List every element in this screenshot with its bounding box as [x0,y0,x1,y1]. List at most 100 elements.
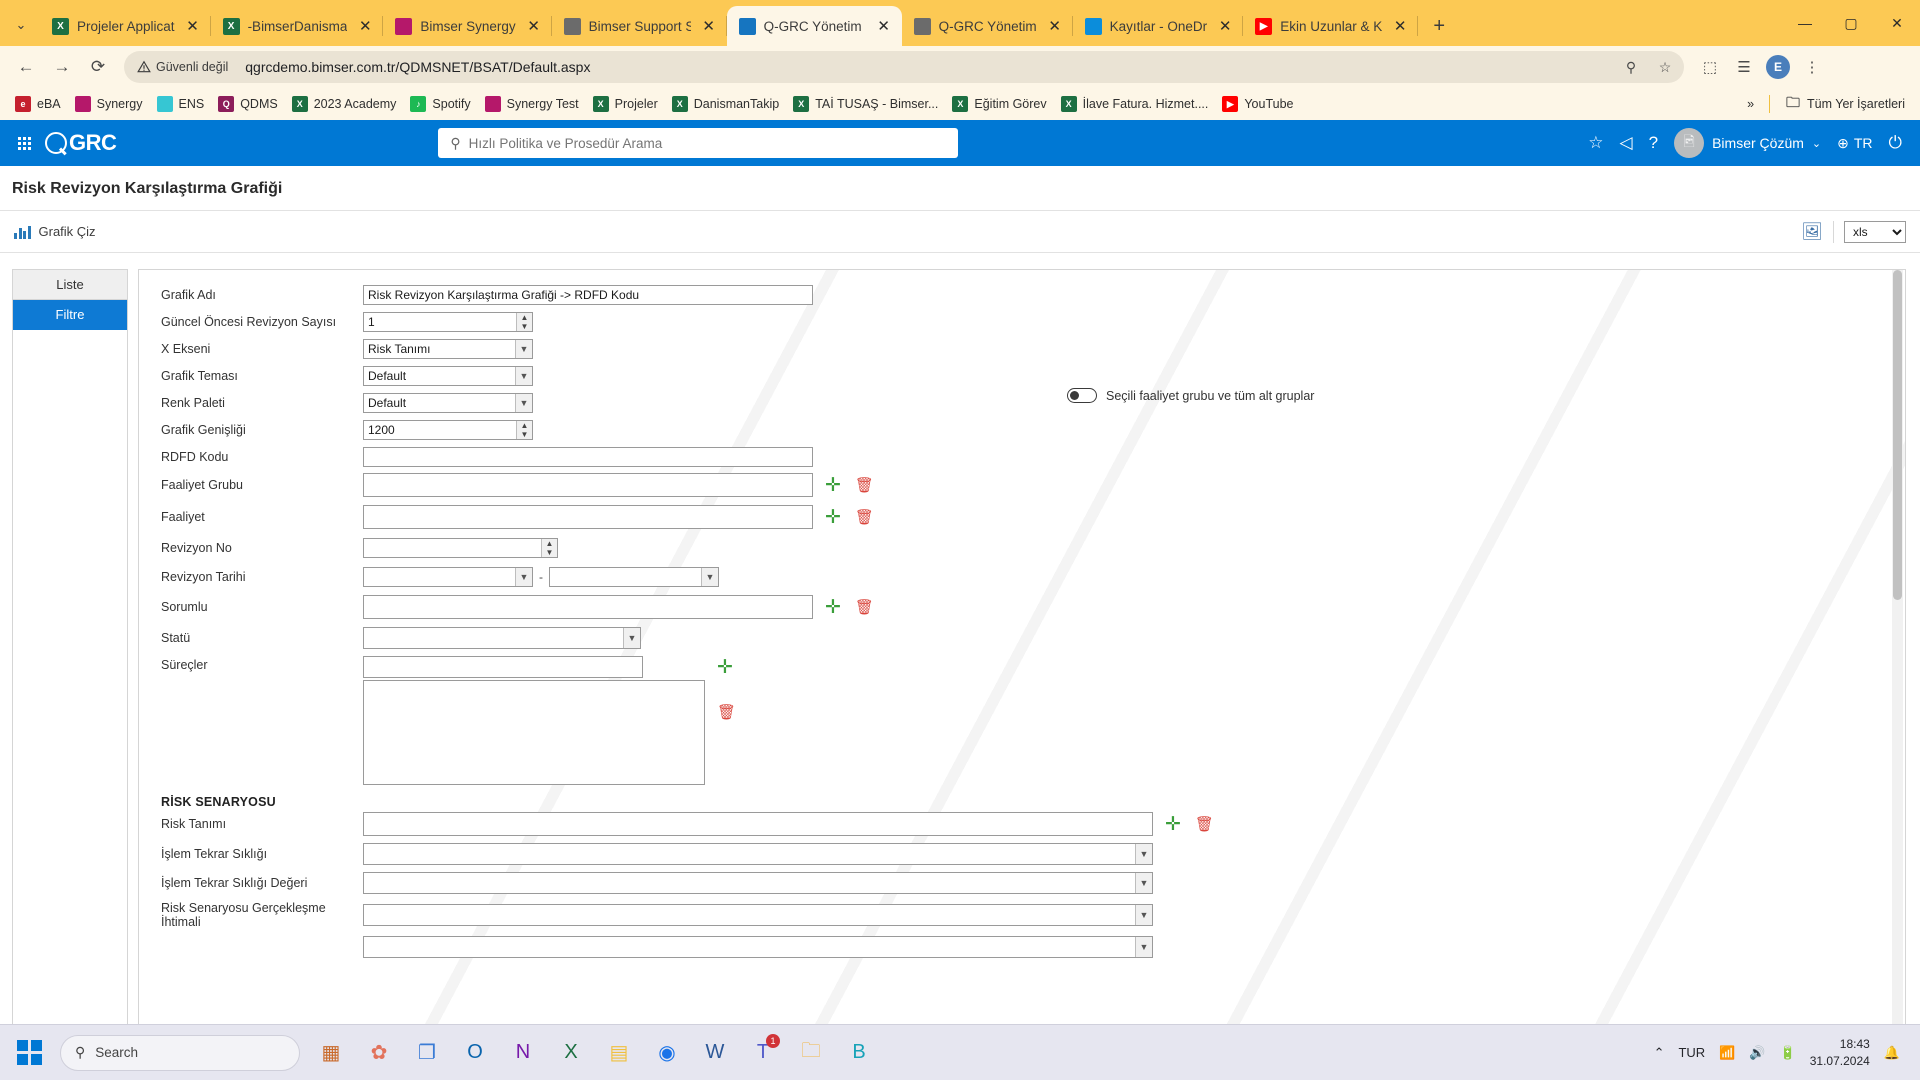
select-risk-senaryosu-gerceklesme[interactable]: ▼ [363,904,1153,926]
bimser-icon[interactable]: B [836,1030,882,1076]
select-islem-tekrar-sikligi-degeri[interactable]: ▼ [363,872,1153,894]
language-switcher[interactable]: ⊕ TR [1837,135,1872,152]
global-search-box[interactable]: ⚲ [438,128,959,158]
bookmark-item[interactable]: X TAİ TUSAŞ - Bimser... [786,92,945,116]
browser-tab[interactable]: Bimser Synergy ✕ [383,6,552,46]
onenote-icon[interactable]: N [500,1030,546,1076]
outlook-icon[interactable]: O [452,1030,498,1076]
trash-icon-sorumlu[interactable]: 🗑 [855,600,874,615]
spinner-grafik-genisligi[interactable]: ▲ ▼ [516,421,532,439]
file-explorer-icon[interactable]: 🗀 [788,1030,834,1076]
bookmark-item[interactable]: X DanismanTakip [665,92,786,116]
input-risk-tanimi[interactable] [363,812,1153,836]
star-icon[interactable]: ☆ [1588,133,1603,153]
input-x-ekseni[interactable] [363,339,533,359]
reload-icon[interactable]: ⟳ [82,51,114,83]
chevron-down-icon[interactable]: ▼ [515,568,532,586]
tab-close-icon[interactable]: ✕ [699,16,719,36]
address-bar[interactable]: Güvenli değil qgrcdemo.bimser.com.tr/QDM… [124,51,1684,83]
word-icon[interactable]: W [692,1030,738,1076]
chevron-down-icon[interactable]: ▼ [623,628,640,648]
sidebar-item-filtre[interactable]: Filtre [13,300,127,330]
tab-close-icon[interactable]: ✕ [183,16,203,36]
bookmark-item[interactable]: X İlave Fatura. Hizmet.... [1054,92,1216,116]
tab-close-icon[interactable]: ✕ [1390,16,1410,36]
excel-icon[interactable]: X [548,1030,594,1076]
plus-icon-sorumlu[interactable]: ✛ [825,598,841,617]
zoom-magnifier-icon[interactable]: ⚲ [1618,54,1644,80]
kebab-menu-icon[interactable]: ⋮ [1796,51,1828,83]
form-scrollbar[interactable] [1892,270,1903,1024]
input-grafik-genisligi[interactable] [363,420,533,440]
tab-close-icon[interactable]: ✕ [1045,16,1065,36]
browser-tab[interactable]: Kayıtlar - OneDr ✕ [1073,6,1244,46]
wifi-icon[interactable]: 📶 [1719,1045,1735,1061]
site-security-chip[interactable]: Güvenli değil [128,57,237,77]
export-image-icon[interactable]: 🖼 [1801,222,1823,242]
input-grafik-temasi[interactable] [363,366,533,386]
select-islem-tekrar-sikligi[interactable]: ▼ [363,843,1153,865]
task-view-icon[interactable]: ❐ [404,1030,450,1076]
close-window-button[interactable]: ✕ [1874,0,1920,46]
plus-icon-surecler[interactable]: ✛ [717,658,736,677]
all-bookmarks-button[interactable]: 🗀 Tüm Yer İşaretleri [1778,92,1912,116]
plus-icon-faaliyet[interactable]: ✛ [825,508,841,527]
chevron-down-icon[interactable]: ▼ [515,394,532,412]
select-x-ekseni[interactable]: ▼ [363,339,533,359]
bookmark-item[interactable]: Synergy Test [478,92,586,116]
browser-tab[interactable]: X -BimserDanisma ✕ [211,6,384,46]
battery-icon[interactable]: 🔋 [1780,1045,1796,1061]
minimize-button[interactable]: — [1782,0,1828,46]
browser-tab[interactable]: Q-GRC Yönetim ✕ [902,6,1073,46]
stepper-grafik-genisligi[interactable]: ▲▼ [363,420,533,440]
bookmark-item[interactable]: e eBA [8,92,68,116]
bookmark-item[interactable]: ▶ YouTube [1215,92,1300,116]
bookmark-item[interactable]: X Eğitim Görev [945,92,1053,116]
select-grafik-temasi[interactable]: ▼ [363,366,533,386]
toggle-switch[interactable] [1067,388,1097,403]
chrome-icon[interactable]: ◉ [644,1030,690,1076]
select-partial-cutoff[interactable]: ▼ [363,936,1153,958]
question-mark-icon[interactable]: ? [1649,133,1658,153]
profile-avatar[interactable]: E [1762,51,1794,83]
input-guncel-oncesi[interactable] [363,312,533,332]
export-format-select[interactable]: xls [1844,220,1906,243]
tray-language-label[interactable]: TUR [1678,1045,1705,1060]
input-statu[interactable] [363,627,641,649]
stepper-revizyon-no[interactable]: ▲ ▼ [363,538,558,558]
chevron-down-icon[interactable]: ▼ [1135,844,1152,864]
input-renk-paleti[interactable] [363,393,533,413]
megaphone-icon[interactable]: ◁ [1620,133,1633,153]
input-rdfd-kodu[interactable] [363,447,813,467]
datepicker-revizyon-tarihi-from[interactable]: ▼ [363,567,533,587]
teams-icon[interactable]: T1 [740,1030,786,1076]
windows-start-icon[interactable] [6,1030,52,1076]
input-revizyon-tarihi-to[interactable] [549,567,719,587]
input-partial-cutoff[interactable] [363,936,1153,958]
bookmark-item[interactable]: X Projeler [586,92,665,116]
spinner-guncel-oncesi[interactable]: ▲ ▼ [516,313,532,331]
toggle-sub-groups[interactable]: Seçili faaliyet grubu ve tüm alt gruplar [1067,388,1314,403]
widgets-icon[interactable]: ▦ [308,1030,354,1076]
trash-icon-risk-tanimi[interactable]: 🗑 [1195,817,1214,832]
trash-icon-surecler[interactable]: 🗑 [717,705,736,720]
chevron-down-icon[interactable]: ▼ [515,367,532,385]
datepicker-revizyon-tarihi-to[interactable]: ▼ [549,567,719,587]
select-statu[interactable]: ▼ [363,627,641,649]
plus-icon-faaliyet-grubu[interactable]: ✛ [825,476,841,495]
spinner-revizyon-no[interactable]: ▲ ▼ [541,539,557,557]
bookmark-item[interactable]: Q QDMS [211,92,285,116]
chevron-down-icon[interactable]: ▼ [1135,937,1152,957]
bell-icon[interactable]: 🔔 [1884,1045,1900,1061]
sidebar-item-liste[interactable]: Liste [13,270,127,300]
reading-list-icon[interactable]: ☰ [1728,51,1760,83]
input-revizyon-no[interactable] [363,538,558,558]
paint-icon[interactable]: ✿ [356,1030,402,1076]
tab-close-icon[interactable]: ✕ [524,16,544,36]
bookmarks-overflow-button[interactable]: » [1740,93,1761,115]
tab-close-icon[interactable]: ✕ [874,16,894,36]
global-search-input[interactable] [468,135,947,151]
input-surecler[interactable] [363,656,643,678]
input-grafik-adi[interactable] [363,285,813,305]
chevron-up-icon[interactable]: ⌃ [1654,1045,1665,1061]
